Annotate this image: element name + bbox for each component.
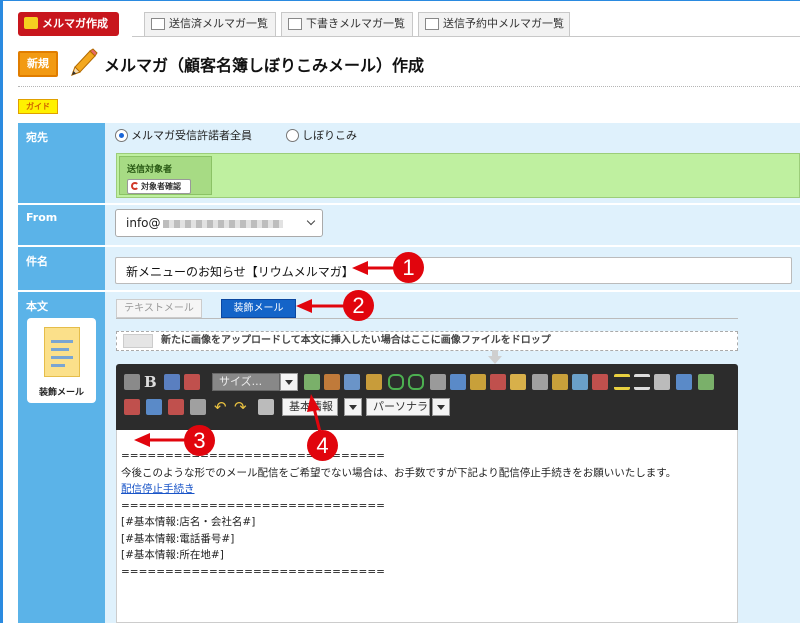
- callout-4: 4: [307, 430, 338, 461]
- arrow-1-head: [352, 261, 368, 275]
- arrow-4-line: [312, 407, 322, 433]
- arrow-3-head: [134, 433, 150, 447]
- callout-2: 2: [343, 290, 374, 321]
- arrow-2-head: [296, 299, 312, 313]
- callout-1: 1: [393, 252, 424, 283]
- callout-arrows: [134, 261, 398, 447]
- callout-3: 3: [184, 425, 215, 456]
- arrow-4-head: [307, 394, 320, 412]
